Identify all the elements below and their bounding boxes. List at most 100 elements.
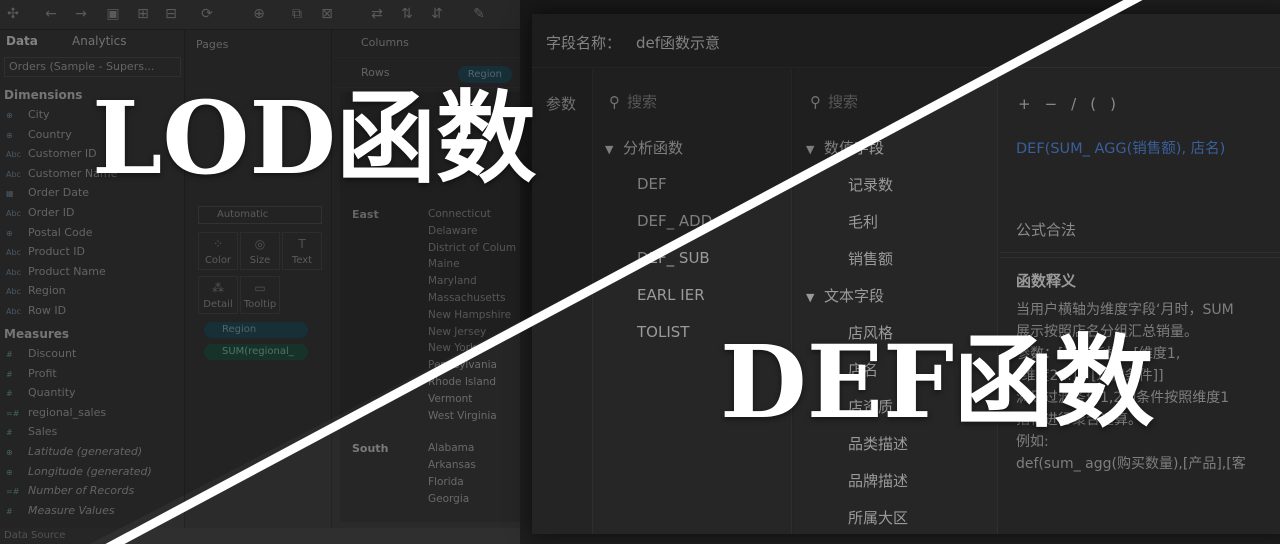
operator-button[interactable]: + (1018, 95, 1045, 113)
dimension-field[interactable]: Abc Product ID (6, 243, 85, 261)
highlight-icon[interactable]: ✎ (470, 5, 488, 23)
region-color-pill[interactable]: ⁘Region (204, 322, 308, 338)
state-label: Delaware (428, 224, 478, 237)
tab-analytics[interactable]: Analytics (72, 34, 127, 48)
tooltip-button[interactable]: ▭ Tooltip (240, 276, 280, 314)
operator-button[interactable]: ) (1110, 95, 1130, 113)
state-label: New York (428, 342, 477, 355)
function-item[interactable]: DEF_ SUB (637, 249, 710, 267)
search-placeholder: 搜索 (828, 93, 859, 111)
caret-down-icon: ▼ (806, 143, 815, 156)
operator-button[interactable]: − (1045, 95, 1072, 113)
dimension-field[interactable]: Abc Product Name (6, 263, 106, 281)
datasource-selector[interactable]: Orders (Sample - Supers... (4, 57, 181, 77)
dimension-field[interactable]: Abc Region (6, 282, 66, 300)
state-label: New Jersey (428, 325, 487, 338)
formula-column: +−/() DEF(SUM_ AGG(销售额), 店名) 公式合法 函数释义 当… (1000, 69, 1280, 534)
duplicate-sheet-icon[interactable]: ⧉ (288, 5, 306, 23)
undo-icon[interactable]: ← (42, 5, 60, 23)
sort-asc-icon[interactable]: ⇅ (398, 5, 416, 23)
field-item[interactable]: 所属大区 (848, 507, 908, 528)
field-search-input[interactable]: ⚲ 搜索 (810, 91, 858, 112)
color-button[interactable]: ⁘ Color (198, 232, 238, 270)
measure-field[interactable]: # Discount (6, 345, 76, 363)
pages-shelf[interactable]: Pages (196, 38, 228, 51)
dimension-field[interactable]: ⊕ Postal Code (6, 224, 92, 242)
group-label: 文本字段 (824, 287, 885, 305)
tooltip-label: Tooltip (243, 299, 277, 310)
dimension-field[interactable]: ⊕ Country (6, 126, 72, 144)
operator-button[interactable]: / (1071, 95, 1090, 113)
group-analysis-functions[interactable]: ▼ 分析函数 (605, 137, 683, 158)
state-label: Pennsylvania (428, 359, 497, 372)
size-button[interactable]: ◎ Size (240, 232, 280, 270)
measure-field[interactable]: # Measure Values (6, 502, 115, 520)
new-sheet-icon[interactable]: ⊕ (250, 5, 268, 23)
measure-field[interactable]: ⊕ Latitude (generated) (6, 443, 142, 461)
measure-field[interactable]: # Profit (6, 365, 57, 383)
group-label: 数值字段 (824, 139, 885, 157)
measure-field[interactable]: =# Number of Records (6, 482, 134, 500)
sum-regional-pill[interactable]: TSUM(regional_ (204, 344, 308, 360)
data-source-tab[interactable]: Data Source (4, 530, 65, 541)
detail-button[interactable]: ⁂ Detail (198, 276, 238, 314)
description-line: 当用户横轴为维度字段‘月时，SUM (1016, 302, 1234, 318)
measure-field[interactable]: ⊕ Longitude (generated) (6, 463, 152, 481)
state-label: Rhode Island (428, 376, 497, 388)
def-function-title: DEF函数 (720, 323, 1154, 441)
formula-text[interactable]: DEF(SUM_ AGG(销售额), 店名) (1016, 137, 1225, 158)
field-name-value[interactable]: def函数示意 (636, 32, 720, 53)
field-type-icon: Abc (6, 150, 21, 160)
tab-data[interactable]: Data (6, 34, 38, 48)
state-label: District of Colum (428, 241, 517, 254)
text-icon: T (298, 237, 306, 251)
field-group-header[interactable]: ▼ 数值字段 (806, 137, 884, 158)
field-type-icon: # (6, 369, 13, 379)
redo-icon[interactable]: → (72, 5, 90, 23)
field-type-icon: =# (6, 487, 20, 497)
swap-icon[interactable]: ⇄ (368, 5, 386, 23)
sort-desc-icon[interactable]: ⇵ (428, 5, 446, 23)
text-button[interactable]: T Text (282, 232, 322, 270)
clear-sheet-icon[interactable]: ⊠ (318, 5, 336, 23)
description-line: def(sum_ agg(购买数量),[产品],[客 (1016, 456, 1246, 472)
function-item[interactable]: TOLIST (637, 323, 689, 341)
measure-field[interactable]: # Quantity (6, 384, 76, 402)
measure-field[interactable]: =# regional_sales (6, 404, 106, 422)
pause-updates-icon[interactable]: ⊟ (162, 5, 180, 23)
dimensions-header: Dimensions (4, 88, 83, 102)
field-item[interactable]: 毛利 (848, 211, 878, 232)
field-name: Latitude (generated) (28, 445, 143, 458)
new-datasource-icon[interactable]: ⊞ (134, 5, 152, 23)
columns-shelf[interactable]: Columns (333, 30, 520, 58)
field-item[interactable]: 记录数 (848, 174, 893, 195)
function-item[interactable]: EARL IER (637, 286, 705, 304)
field-item[interactable]: 品牌描述 (848, 470, 908, 491)
field-name: regional_sales (28, 405, 107, 419)
dimension-field[interactable]: Abc Order ID (6, 204, 74, 222)
dimension-field[interactable]: ▦ Order Date (6, 184, 89, 202)
field-group-header[interactable]: ▼ 文本字段 (806, 285, 884, 306)
dimension-field[interactable]: Abc Row ID (6, 302, 66, 320)
function-search-input[interactable]: ⚲ 搜索 (609, 91, 657, 112)
field-name: Number of Records (28, 484, 135, 498)
field-item[interactable]: 销售额 (848, 248, 893, 269)
state-label: West Virginia (428, 409, 497, 422)
mark-type-select[interactable]: Automatic (198, 206, 322, 224)
lod-function-title: LOD函数 (92, 79, 537, 197)
field-type-icon: ⊕ (6, 448, 13, 457)
refresh-icon[interactable]: ⟳ (198, 5, 216, 23)
dimension-field[interactable]: ⊕ City (6, 106, 50, 124)
field-name: Product Name (28, 264, 106, 278)
function-item[interactable]: DEF (637, 175, 667, 193)
toolbar: ✣ ← → ▣ ⊞ ⊟ ⟳ ⊕ ⧉ ⊠ ⇄ ⇅ ⇵ ✎ (0, 0, 520, 30)
pill-label: SUM(regional_ (222, 346, 294, 357)
measures-header: Measures (4, 327, 70, 341)
save-icon[interactable]: ▣ (104, 5, 122, 23)
operator-button[interactable]: ( (1090, 95, 1110, 113)
dimension-field[interactable]: Abc Customer ID (6, 145, 97, 163)
measure-field[interactable]: # Sales (6, 423, 57, 441)
field-name-label: 字段名称： (546, 34, 622, 52)
function-item[interactable]: DEF_ ADD (637, 212, 712, 230)
state-label: Connecticut (428, 208, 491, 220)
